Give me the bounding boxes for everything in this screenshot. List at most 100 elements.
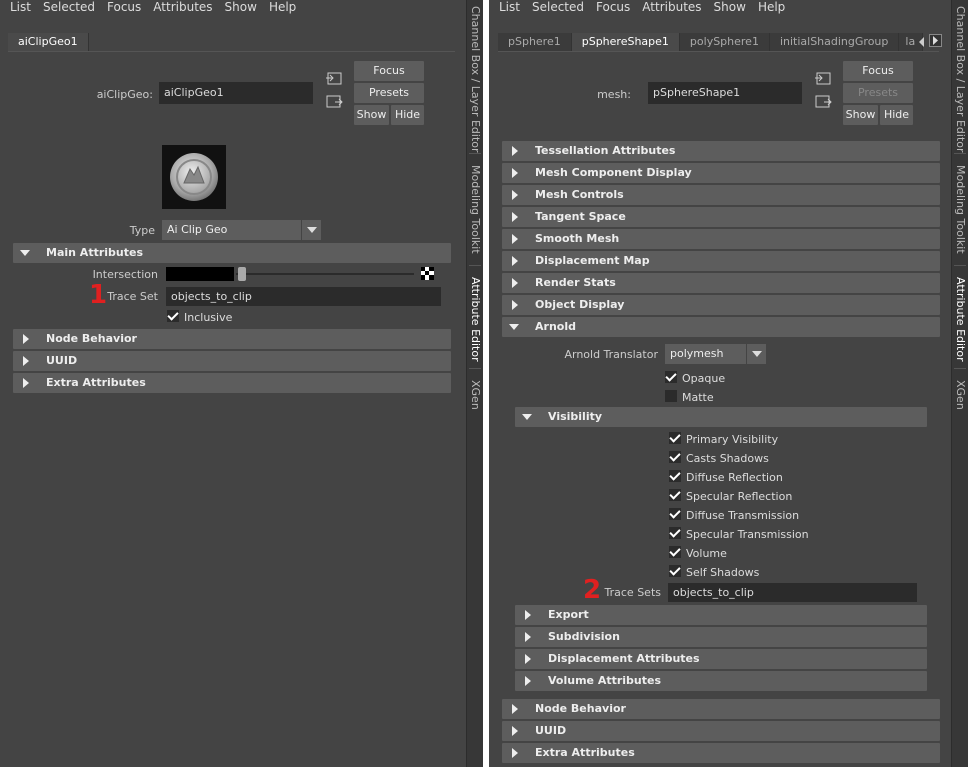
left-side-tab-bar: Channel Box / Layer Editor Modeling Tool…	[466, 0, 483, 767]
node-name-field[interactable]: aiClipGeo1	[159, 82, 313, 104]
left-attribute-editor: List Selected Focus Attributes Show Help…	[0, 0, 483, 767]
section-subdivision[interactable]: Subdivision	[515, 627, 927, 647]
side-tab-divider	[954, 265, 966, 266]
section-node-behavior[interactable]: Node Behavior	[13, 329, 451, 349]
self-shadows-checkbox[interactable]	[669, 565, 681, 577]
side-tab-divider	[469, 368, 481, 369]
section-mesh-component-display[interactable]: Mesh Component Display	[502, 163, 940, 183]
collapsed-arrow-icon	[23, 334, 29, 344]
load-output-icon[interactable]	[814, 95, 832, 109]
presets-button[interactable]: Presets	[354, 83, 424, 103]
tab-aiclipgeo1[interactable]: aiClipGeo1	[8, 33, 89, 51]
scroll-left-icon[interactable]	[918, 37, 926, 47]
tab-initialshadinggroup[interactable]: initialShadingGroup	[769, 33, 900, 51]
type-dropdown[interactable]: Ai Clip Geo	[162, 220, 321, 240]
menu-help[interactable]: Help	[752, 0, 791, 18]
tab-polysphere1[interactable]: polySphere1	[679, 33, 770, 51]
section-title: Main Attributes	[46, 246, 143, 259]
section-object-display[interactable]: Object Display	[502, 295, 940, 315]
diffuse-reflection-checkbox[interactable]	[669, 470, 681, 482]
intersection-slider-track[interactable]	[236, 273, 414, 275]
focus-button[interactable]: Focus	[843, 61, 913, 81]
load-output-icon[interactable]	[325, 95, 343, 109]
collapsed-arrow-icon	[512, 168, 518, 178]
diffuse-transmission-checkbox[interactable]	[669, 508, 681, 520]
section-visibility[interactable]: Visibility	[515, 407, 927, 427]
tab-psphere1[interactable]: pSphere1	[498, 33, 572, 51]
inclusive-checkbox[interactable]	[167, 310, 179, 322]
tab-psphereshape1[interactable]: pSphereShape1	[571, 33, 680, 51]
collapsed-arrow-icon	[512, 212, 518, 222]
tab-underline	[8, 51, 455, 52]
section-export[interactable]: Export	[515, 605, 927, 625]
trace-sets-field[interactable]: objects_to_clip	[668, 583, 917, 602]
section-title: Extra Attributes	[535, 746, 635, 759]
intersection-color-swatch[interactable]	[166, 267, 234, 281]
scroll-right-icon[interactable]	[929, 34, 942, 47]
section-mesh-controls[interactable]: Mesh Controls	[502, 185, 940, 205]
section-uuid[interactable]: UUID	[13, 351, 451, 371]
section-tangent-space[interactable]: Tangent Space	[502, 207, 940, 227]
focus-button[interactable]: Focus	[354, 61, 424, 81]
casts-shadows-checkbox[interactable]	[669, 451, 681, 463]
menu-help[interactable]: Help	[263, 0, 302, 18]
menu-show[interactable]: Show	[708, 0, 752, 18]
section-title: Subdivision	[548, 630, 620, 643]
section-displacement-map[interactable]: Displacement Map	[502, 251, 940, 271]
hide-button[interactable]: Hide	[880, 105, 913, 125]
menu-attributes[interactable]: Attributes	[147, 0, 218, 18]
section-volume-attributes[interactable]: Volume Attributes	[515, 671, 927, 691]
section-render-stats[interactable]: Render Stats	[502, 273, 940, 293]
section-title: Extra Attributes	[46, 376, 146, 389]
section-displacement-attributes[interactable]: Displacement Attributes	[515, 649, 927, 669]
collapsed-arrow-icon	[512, 726, 518, 736]
section-main-attributes[interactable]: Main Attributes	[13, 243, 451, 263]
section-tessellation-attributes[interactable]: Tessellation Attributes	[502, 141, 940, 161]
volume-label: Volume	[686, 547, 727, 560]
menu-selected[interactable]: Selected	[37, 0, 101, 18]
trace-set-field[interactable]: objects_to_clip	[166, 287, 441, 306]
menu-focus[interactable]: Focus	[101, 0, 147, 18]
menu-list[interactable]: List	[489, 0, 526, 18]
node-name-label: mesh:	[597, 88, 631, 101]
type-dropdown-value: Ai Clip Geo	[167, 223, 228, 236]
load-input-icon[interactable]	[325, 72, 343, 86]
matte-checkbox[interactable]	[665, 390, 677, 402]
section-title: Arnold	[535, 320, 576, 333]
menu-focus[interactable]: Focus	[590, 0, 636, 18]
menu-show[interactable]: Show	[219, 0, 263, 18]
map-texture-icon[interactable]	[421, 267, 434, 280]
show-button[interactable]: Show	[843, 105, 878, 125]
show-button[interactable]: Show	[354, 105, 389, 125]
load-input-icon[interactable]	[814, 72, 832, 86]
section-extra-attributes[interactable]: Extra Attributes	[13, 373, 451, 393]
opaque-label: Opaque	[682, 372, 726, 385]
primary-visibility-checkbox[interactable]	[669, 432, 681, 444]
presets-button[interactable]: Presets	[843, 83, 913, 103]
node-name-field[interactable]: pSphereShape1	[648, 82, 802, 104]
section-smooth-mesh[interactable]: Smooth Mesh	[502, 229, 940, 249]
inclusive-label: Inclusive	[184, 311, 233, 324]
primary-visibility-label: Primary Visibility	[686, 433, 779, 446]
opaque-checkbox[interactable]	[665, 371, 677, 383]
arnold-translator-dropdown[interactable]: polymesh	[665, 344, 766, 364]
diffuse-reflection-label: Diffuse Reflection	[686, 471, 783, 484]
hide-button[interactable]: Hide	[391, 105, 424, 125]
section-uuid[interactable]: UUID	[502, 721, 940, 741]
intersection-slider-handle[interactable]	[238, 267, 246, 281]
collapsed-arrow-icon	[23, 356, 29, 366]
section-title: Mesh Controls	[535, 188, 624, 201]
section-extra-attributes[interactable]: Extra Attributes	[502, 743, 940, 763]
volume-checkbox[interactable]	[669, 546, 681, 558]
section-arnold[interactable]: Arnold	[502, 317, 940, 337]
menu-selected[interactable]: Selected	[526, 0, 590, 18]
menu-list[interactable]: List	[0, 0, 37, 18]
section-node-behavior[interactable]: Node Behavior	[502, 699, 940, 719]
section-title: UUID	[535, 724, 567, 737]
side-tab-divider	[954, 368, 966, 369]
specular-reflection-checkbox[interactable]	[669, 489, 681, 501]
specular-transmission-checkbox[interactable]	[669, 527, 681, 539]
menu-attributes[interactable]: Attributes	[636, 0, 707, 18]
section-title: Tangent Space	[535, 210, 626, 223]
diffuse-transmission-label: Diffuse Transmission	[686, 509, 800, 522]
